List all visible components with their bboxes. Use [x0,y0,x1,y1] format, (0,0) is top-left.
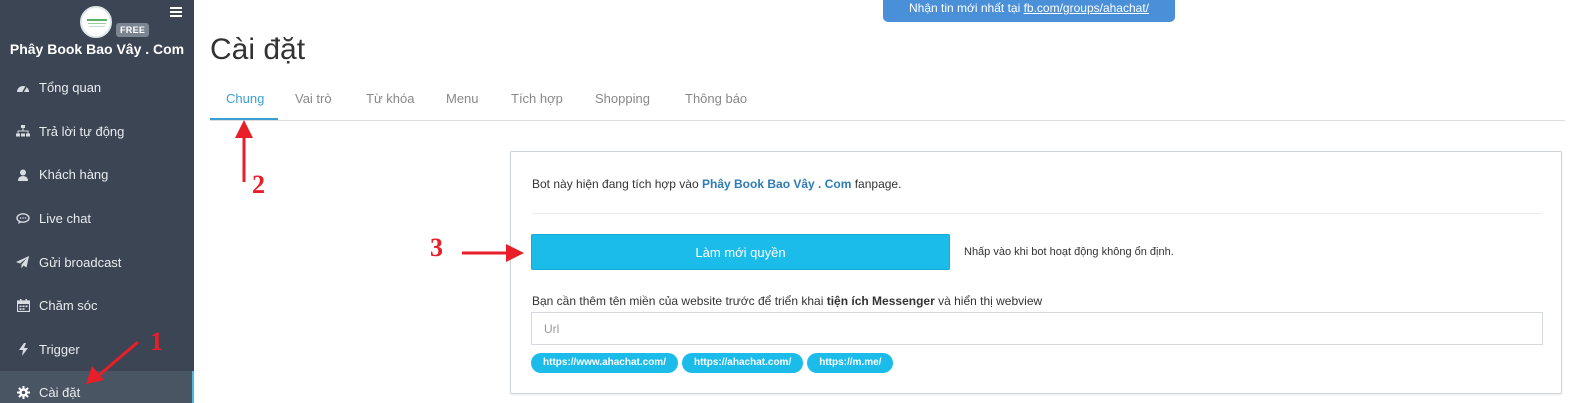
arrow-1 [86,340,139,384]
annotation-number: 1 [150,327,163,356]
annotation-number: 3 [430,233,443,262]
arrow-2 [235,120,253,182]
annotation-layer [86,120,524,384]
annotation-number: 2 [252,170,265,199]
arrow-3 [462,244,524,262]
